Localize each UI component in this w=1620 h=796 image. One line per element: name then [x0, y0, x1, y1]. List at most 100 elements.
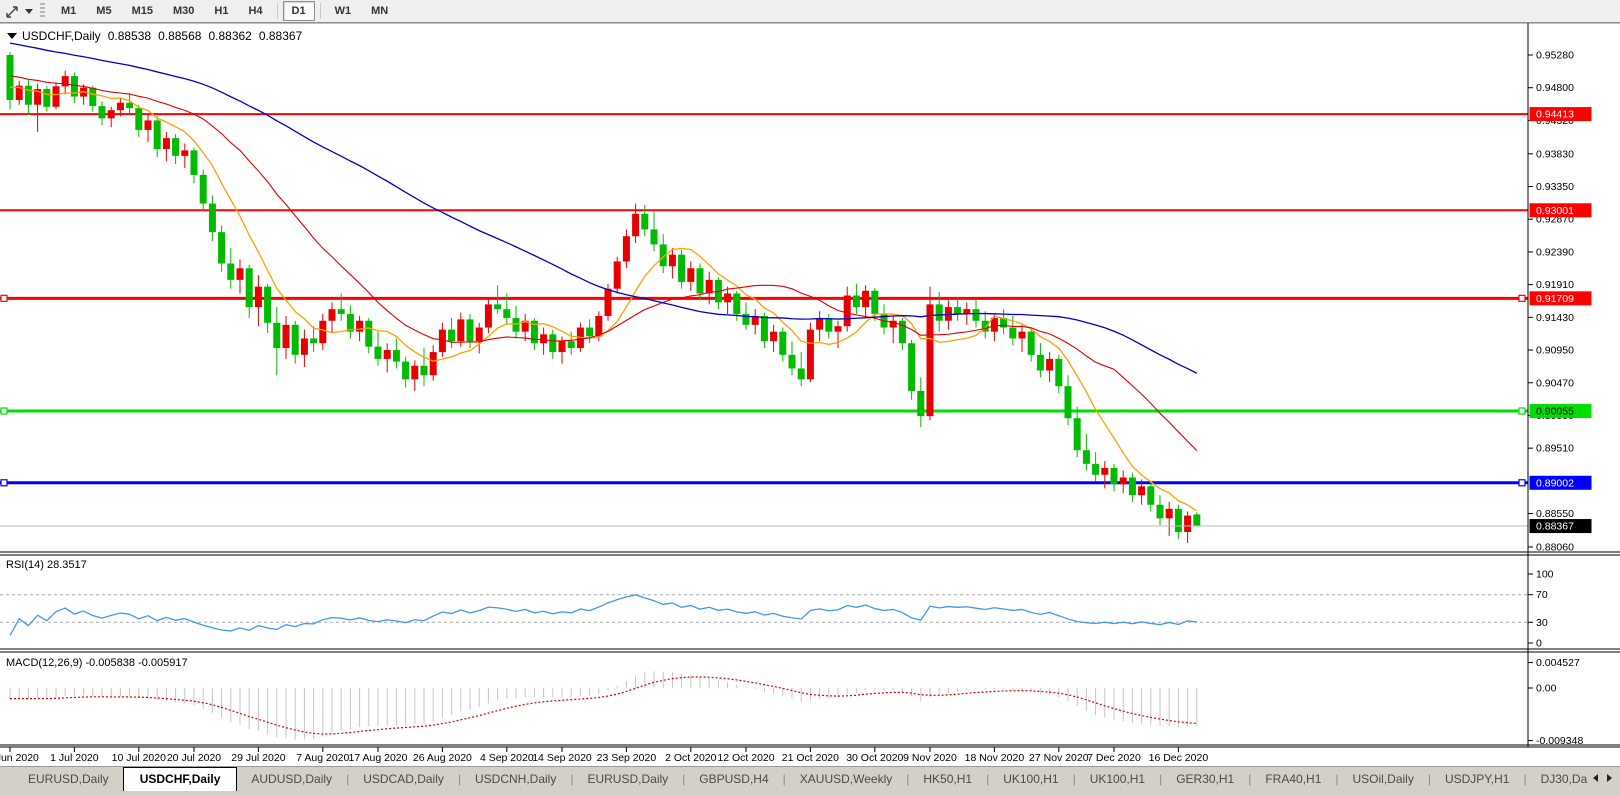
tab-xauusd-weekly[interactable]: XAUUSD,Weekly: [786, 768, 906, 790]
candle-body: [816, 318, 823, 330]
candle-body: [973, 309, 980, 321]
tab-usoil-daily[interactable]: USOil,Daily: [1339, 768, 1428, 790]
date-axis-label: 18 Nov 2020: [965, 752, 1025, 764]
candle-body: [135, 108, 142, 130]
symbol-tab-bar: EURUSD,DailyUSDCHF,DailyAUDUSD,Daily|USD…: [0, 766, 1620, 796]
chart-surface[interactable]: 0.952800.948000.943200.938300.933500.928…: [0, 0, 1620, 796]
candle-body: [770, 332, 777, 342]
tab-scroll-left-icon[interactable]: [1588, 770, 1602, 786]
tab-ger30-h1[interactable]: GER30,H1: [1162, 768, 1248, 790]
tab-fra40-h1[interactable]: FRA40,H1: [1251, 768, 1335, 790]
candle-body: [798, 368, 805, 379]
tab-gbpusd-h4[interactable]: GBPUSD,H4: [685, 768, 782, 790]
candle-body: [356, 321, 363, 332]
level-handle-left[interactable]: [1, 295, 7, 301]
price-level-chip: 0.94413: [1536, 109, 1574, 121]
candle-body: [1083, 450, 1090, 464]
candle-body: [1092, 464, 1099, 475]
level-handle-right[interactable]: [1519, 480, 1525, 486]
candle-body: [246, 268, 253, 307]
candle-body: [1157, 505, 1164, 519]
candle-body: [549, 334, 556, 352]
date-axis-label: 4 Sep 2020: [480, 752, 534, 764]
tab-dj30-daily[interactable]: DJ30,Daily: [1527, 768, 1588, 790]
date-axis-label: 21 Oct 2020: [782, 752, 839, 764]
rsi-axis-tick-label: 100: [1536, 569, 1554, 581]
candle-body: [669, 255, 676, 267]
tab-uk100-h1[interactable]: UK100,H1: [1076, 768, 1159, 790]
price-level-chip: 0.90055: [1536, 406, 1574, 418]
candle-body: [568, 341, 575, 348]
date-axis-label: 7 Aug 2020: [296, 752, 349, 764]
tab-usdcad-daily[interactable]: USDCAD,Daily: [349, 768, 458, 790]
candle-body: [1065, 386, 1072, 418]
candle-body: [1193, 514, 1200, 526]
macd-label: MACD(12,26,9) -0.005838 -0.005917: [6, 657, 188, 669]
candle-body: [1138, 486, 1145, 495]
level-handle-left[interactable]: [1, 408, 7, 414]
level-handle-left[interactable]: [1, 480, 7, 486]
price-axis-tick-label: 0.95280: [1536, 50, 1574, 62]
candle-body: [706, 280, 713, 294]
candle-body: [485, 304, 492, 327]
symbol-dropdown-icon[interactable]: [7, 33, 17, 39]
candle-body: [595, 316, 602, 336]
candle-body: [227, 264, 234, 280]
application-window: M1M5M15M30H1H4D1W1MN 0.952800.948000.943…: [0, 0, 1620, 796]
tab-uk100-h1[interactable]: UK100,H1: [989, 768, 1072, 790]
candle-body: [853, 296, 860, 308]
candle-body: [936, 304, 943, 320]
candle-body: [117, 103, 124, 110]
tab-usdjpy-h1[interactable]: USDJPY,H1: [1431, 768, 1523, 790]
level-handle-right[interactable]: [1519, 295, 1525, 301]
candle-body: [218, 232, 225, 263]
date-axis-label: 10 Jul 2020: [112, 752, 166, 764]
macd-axis-tick-label: 0.00: [1536, 683, 1557, 695]
ohlc-low: 0.88362: [208, 29, 251, 43]
candle-body: [7, 55, 14, 100]
candle-body: [200, 175, 207, 204]
candle-body: [411, 366, 418, 380]
date-axis-label: 27 Nov 2020: [1029, 752, 1089, 764]
date-axis-label: 29 Jul 2020: [231, 752, 285, 764]
tab-hk50-h1[interactable]: HK50,H1: [909, 768, 986, 790]
tab-audusd-daily[interactable]: AUDUSD,Daily: [237, 768, 346, 790]
candle-body: [724, 293, 731, 302]
price-level-chip: 0.93001: [1536, 205, 1574, 217]
candle-body: [62, 76, 69, 86]
candle-body: [1111, 468, 1118, 484]
ma-slow-line: [10, 43, 1197, 373]
candle-body: [430, 352, 437, 375]
candle-body: [1184, 516, 1191, 532]
price-axis-tick-label: 0.89510: [1536, 443, 1574, 455]
candle-body: [264, 287, 271, 323]
chart-canvas: 0.952800.948000.943200.938300.933500.928…: [0, 0, 1620, 796]
ohlc-open: 0.88538: [108, 29, 151, 43]
candle-body: [678, 255, 685, 282]
candle-body: [807, 330, 814, 380]
date-axis-label: 12 Oct 2020: [717, 752, 774, 764]
candle-body: [53, 86, 60, 106]
candle-body: [614, 261, 621, 288]
candle-body: [457, 319, 464, 341]
candle-body: [651, 229, 658, 244]
candle-body: [1074, 418, 1081, 450]
candle-body: [1120, 477, 1127, 484]
candle-body: [283, 325, 290, 348]
candle-body: [789, 355, 796, 369]
tab-eurusd-daily[interactable]: EURUSD,Daily: [14, 768, 123, 790]
date-axis-label: 16 Dec 2020: [1149, 752, 1209, 764]
tab-usdcnh-daily[interactable]: USDCNH,Daily: [461, 768, 570, 790]
date-axis-label: 23 Sep 2020: [597, 752, 657, 764]
candle-body: [209, 204, 216, 233]
candle-body: [540, 334, 547, 343]
level-handle-right[interactable]: [1519, 408, 1525, 414]
tab-scroll-right-icon[interactable]: [1602, 770, 1616, 786]
candle-body: [145, 120, 152, 130]
tab-usdchf-daily[interactable]: USDCHF,Daily: [123, 767, 238, 791]
candle-body: [384, 350, 391, 359]
candle-body: [108, 110, 115, 118]
tab-eurusd-daily[interactable]: EURUSD,Daily: [573, 768, 682, 790]
symbol-name: USDCHF,Daily: [22, 29, 101, 43]
candle-body: [310, 338, 317, 343]
